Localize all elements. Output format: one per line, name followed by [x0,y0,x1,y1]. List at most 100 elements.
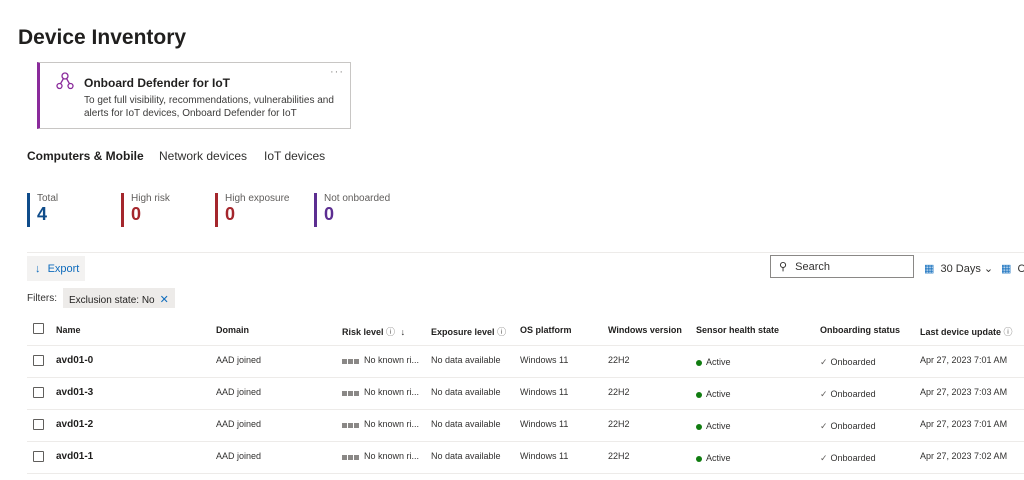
onboarding-text: Onboarded [830,421,876,431]
domain-cell: AAD joined [216,451,262,461]
windows-version-cell: 22H2 [608,355,630,365]
os-cell: Windows 11 [520,355,569,365]
card-title: Onboard Defender for IoT [84,76,231,90]
chevron-down-icon: ⌄ [983,263,994,275]
onboard-iot-card[interactable]: Onboard Defender for IoT To get full vis… [37,62,351,129]
risk-bars-icon [342,356,360,366]
device-name[interactable]: avd01-0 [56,355,93,366]
onboarding-cell: ✓ Onboarded [820,389,876,400]
stat-not-onboarded[interactable]: Not onboarded 0 [314,193,390,227]
page-title: Device Inventory [18,26,187,49]
onboarding-cell: ✓ Onboarded [820,357,876,368]
sensor-health-cell: Active [696,357,731,367]
sensor-health-cell: Active [696,421,731,431]
search-icon: ⚲ [779,261,788,273]
exposure-cell: No data available [431,355,501,365]
column-header-domain[interactable]: Domain [216,325,249,335]
date-range-dropdown[interactable]: ▦ 30 Days ⌄ [924,262,993,275]
column-header-os[interactable]: OS platform [520,325,572,335]
os-cell: Windows 11 [520,419,569,429]
table-row[interactable]: avd01-0 AAD joined No known ri... No dat… [0,346,1024,377]
table-row[interactable]: avd01-1 AAD joined No known ri... No dat… [0,442,1024,473]
sort-descending-icon: ↓ [400,327,406,337]
tab-computers-mobile[interactable]: Computers & Mobile [27,149,144,163]
download-icon: ↓ [35,263,41,275]
stat-label: Not onboarded [324,193,391,204]
row-checkbox[interactable] [33,387,44,398]
last-update-cell: Apr 27, 2023 7:01 AM [920,419,1008,429]
onboarding-text: Onboarded [830,453,876,463]
column-header-risk[interactable]: Risk level ⓘ ↓ [342,325,405,338]
column-header-onboarding[interactable]: Onboarding status [820,325,900,335]
column-header-sensor-health[interactable]: Sensor health state [696,325,779,335]
risk-cell: No known ri... [342,419,419,430]
tab-network-devices[interactable]: Network devices [159,149,247,163]
more-options-icon[interactable]: ··· [330,66,344,78]
sensor-text: Active [706,421,731,431]
onboarding-cell: ✓ Onboarded [820,421,876,432]
status-dot-icon [696,391,702,398]
last-update-cell: Apr 27, 2023 7:02 AM [920,451,1008,461]
stat-high-risk[interactable]: High risk 0 [121,193,170,227]
stat-label: High risk [131,193,170,204]
onboarding-text: Onboarded [830,357,876,367]
device-name[interactable]: avd01-1 [56,451,93,462]
device-name[interactable]: avd01-2 [56,419,93,430]
exposure-header-label: Exposure level [431,327,495,337]
stat-label: High exposure [225,193,290,204]
column-header-name[interactable]: Name [56,325,81,335]
checkmark-icon: ✓ [820,421,828,431]
windows-version-cell: 22H2 [608,451,630,461]
row-checkbox[interactable] [33,419,44,430]
table-row[interactable]: avd01-2 AAD joined No known ri... No dat… [0,410,1024,441]
stat-total[interactable]: Total 4 [27,193,58,227]
row-checkbox[interactable] [33,451,44,462]
stat-high-exposure[interactable]: High exposure 0 [215,193,289,227]
tab-iot-devices[interactable]: IoT devices [264,149,325,163]
last-update-header-label: Last device update [920,327,1002,337]
stat-value: 4 [37,204,48,224]
os-cell: Windows 11 [520,451,569,461]
device-name[interactable]: avd01-3 [56,387,93,398]
columns-button[interactable]: ▦ C [1001,262,1024,275]
filters-label: Filters: [27,293,57,304]
exposure-cell: No data available [431,419,501,429]
exposure-cell: No data available [431,387,501,397]
column-header-last-update[interactable]: Last device update ⓘ [920,325,1013,338]
column-header-windows-version[interactable]: Windows version [608,325,682,335]
select-all-checkbox[interactable] [33,323,44,334]
row-checkbox[interactable] [33,355,44,366]
onboarding-text: Onboarded [830,389,876,399]
columns-icon: ▦ [1001,263,1012,275]
sensor-health-cell: Active [696,453,731,463]
info-icon: ⓘ [386,327,396,337]
columns-label: C [1017,263,1024,275]
domain-cell: AAD joined [216,419,262,429]
risk-bars-icon [342,388,360,398]
table-row[interactable]: avd01-3 AAD joined No known ri... No dat… [0,378,1024,409]
os-cell: Windows 11 [520,387,569,397]
stat-value: 0 [225,204,236,224]
stat-value: 0 [324,204,335,224]
status-dot-icon [696,455,702,462]
search-input[interactable]: ⚲ Search [770,255,914,278]
close-icon[interactable]: ✕ [160,294,169,306]
checkmark-icon: ✓ [820,453,828,463]
filter-chip[interactable]: Exclusion state: No ✕ [63,288,175,308]
sensor-text: Active [706,389,731,399]
range-label: 30 Days [940,263,981,275]
export-button[interactable]: ↓ Export [27,256,85,281]
exposure-cell: No data available [431,451,501,461]
risk-header-label: Risk level [342,327,384,337]
onboarding-cell: ✓ Onboarded [820,453,876,464]
risk-bars-icon [342,452,360,462]
checkmark-icon: ✓ [820,389,828,399]
windows-version-cell: 22H2 [608,387,630,397]
windows-version-cell: 22H2 [608,419,630,429]
column-header-exposure[interactable]: Exposure level ⓘ [431,325,506,338]
risk-bars-icon [342,420,360,430]
last-update-cell: Apr 27, 2023 7:03 AM [920,387,1008,397]
info-icon: ⓘ [497,327,507,337]
risk-cell: No known ri... [342,355,419,366]
risk-cell: No known ri... [342,451,419,462]
